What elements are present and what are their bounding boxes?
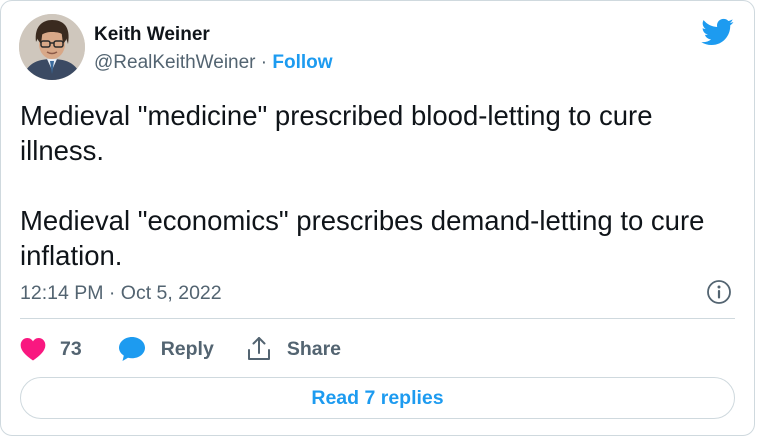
share-label: Share	[286, 337, 342, 360]
read-replies-button[interactable]: Read 7 replies	[20, 377, 735, 419]
divider	[20, 318, 735, 319]
share-button[interactable]: Share	[246, 336, 341, 362]
tweet-paragraph: Medieval "economics" prescribes demand-l…	[20, 205, 705, 271]
author-name[interactable]: Keith Weiner	[94, 24, 210, 46]
meta-separator: ·	[260, 52, 268, 73]
avatar-image	[19, 14, 85, 80]
author-meta: @RealKeithWeiner · Follow	[94, 52, 333, 74]
reply-label: Reply	[160, 337, 214, 360]
twitter-bird-icon[interactable]	[700, 15, 734, 49]
avatar[interactable]	[19, 14, 85, 80]
follow-button[interactable]: Follow	[272, 52, 332, 73]
like-button[interactable]: 73	[20, 337, 82, 361]
tweet-timestamp[interactable]: 12:14 PM · Oct 5, 2022	[20, 281, 222, 305]
info-icon[interactable]	[706, 279, 732, 305]
heart-icon	[20, 337, 46, 361]
reply-button[interactable]: Reply	[118, 336, 214, 362]
author-handle[interactable]: @RealKeithWeiner	[94, 52, 256, 73]
share-icon	[247, 337, 270, 360]
tweet-paragraph: Medieval "medicine" prescribed blood-let…	[20, 100, 653, 166]
like-count: 73	[60, 337, 82, 360]
action-bar: 73 Reply Share	[20, 335, 341, 363]
tweet-text: Medieval "medicine" prescribed blood-let…	[20, 98, 735, 273]
tweet-card: Keith Weiner @RealKeithWeiner · Follow M…	[0, 0, 755, 436]
speech-bubble-icon	[118, 337, 145, 361]
read-replies-label: Read 7 replies	[311, 386, 444, 409]
